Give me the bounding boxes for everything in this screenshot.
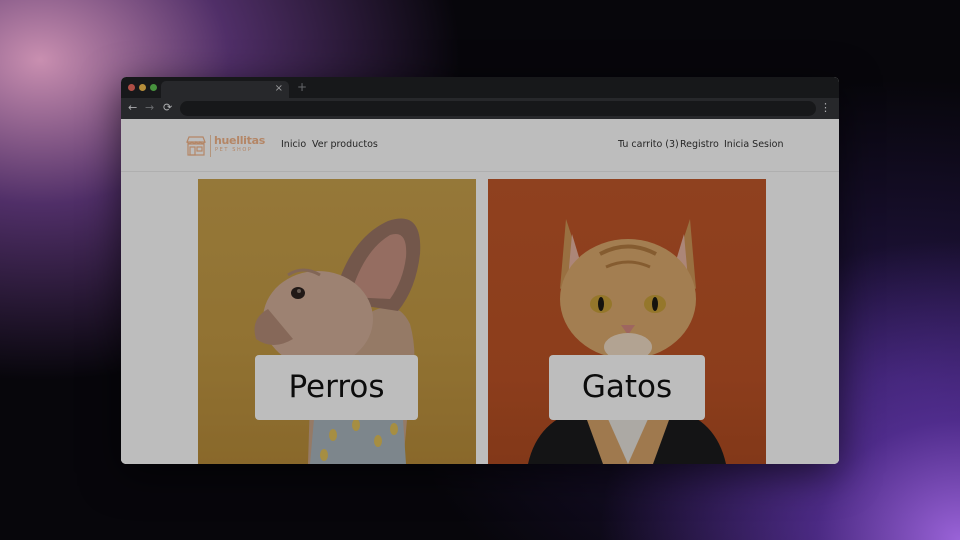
browser-tab-bar: × + <box>121 77 839 98</box>
category-card-perros[interactable]: Perros <box>198 179 476 464</box>
logo-name: huellitas <box>214 134 265 147</box>
new-tab-button[interactable]: + <box>297 80 307 94</box>
nav-link-ver-productos[interactable]: Ver productos <box>312 139 378 151</box>
category-card-gatos[interactable]: Gatos <box>488 179 766 464</box>
web-page: huellitas PET SHOP Inicio Ver productos … <box>121 119 839 464</box>
logo-tagline: PET SHOP <box>215 147 253 153</box>
nav-link-cart[interactable]: Tu carrito (3) <box>618 139 679 151</box>
browser-window: × + ← → ⟳ ⋮ huellitas PET SHOP Inicio Ve… <box>121 77 839 464</box>
forward-arrow-icon[interactable]: → <box>145 101 154 115</box>
browser-tab[interactable]: × <box>161 81 289 98</box>
nav-link-login[interactable]: Inicia Sesion <box>724 139 783 151</box>
dog-photo <box>254 218 421 464</box>
site-logo[interactable]: huellitas PET SHOP <box>185 133 275 159</box>
close-tab-icon[interactable]: × <box>275 82 283 96</box>
cat-photo <box>528 219 726 464</box>
address-bar[interactable] <box>180 101 816 116</box>
nav-link-inicio[interactable]: Inicio <box>281 139 306 151</box>
maximize-window-button[interactable] <box>150 84 157 91</box>
storefront-icon <box>186 136 206 156</box>
browser-menu-icon[interactable]: ⋮ <box>820 101 831 115</box>
minimize-window-button[interactable] <box>139 84 146 91</box>
close-window-button[interactable] <box>128 84 135 91</box>
browser-toolbar: ← → ⟳ ⋮ <box>121 98 839 119</box>
reload-icon[interactable]: ⟳ <box>163 101 172 115</box>
back-arrow-icon[interactable]: ← <box>128 101 137 115</box>
nav-link-registro[interactable]: Registro <box>680 139 719 151</box>
category-label-perros[interactable]: Perros <box>255 355 418 420</box>
logo-divider <box>210 135 211 157</box>
site-navbar: huellitas PET SHOP Inicio Ver productos … <box>121 119 839 172</box>
category-label-gatos[interactable]: Gatos <box>549 355 705 420</box>
